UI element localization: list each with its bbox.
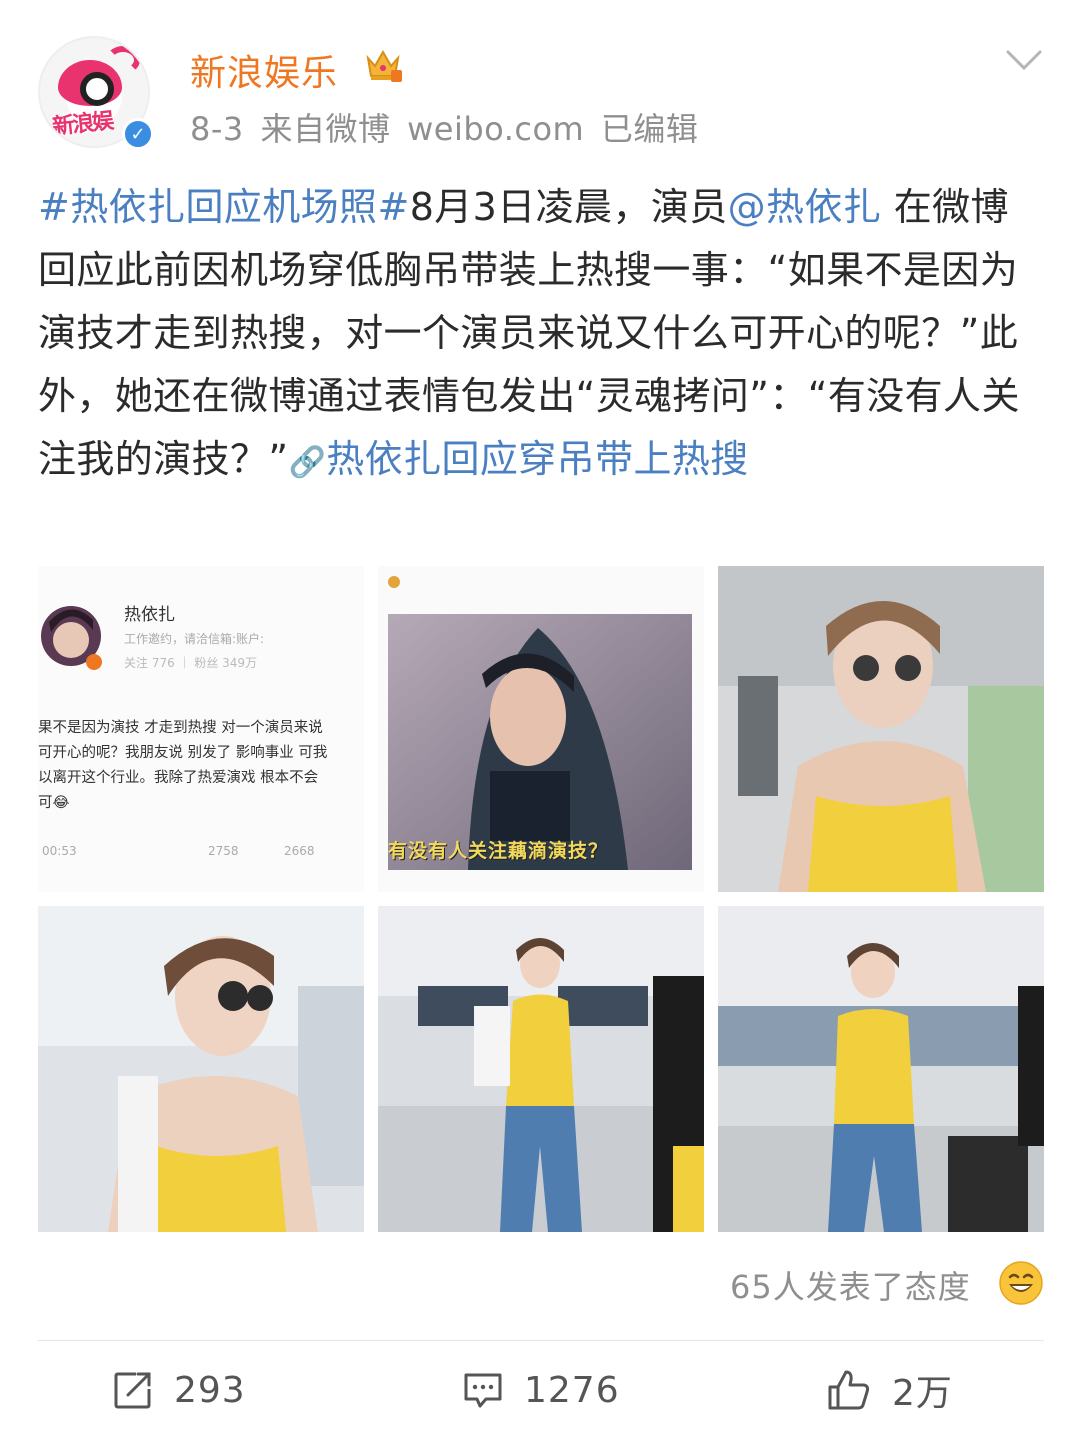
like-button[interactable]: 2万 [826,1360,953,1420]
comment-count: 1276 [524,1369,620,1411]
sprout-logo-icon [106,46,140,74]
like-icon [828,1370,870,1410]
crown-icon[interactable] [362,44,404,86]
article-link[interactable]: 热依扎回应穿吊带上热搜 [326,437,748,481]
repost-count: 293 [174,1369,246,1411]
reactions-summary[interactable]: 65人发表了态度 [730,1262,971,1308]
mention-link[interactable]: @热依扎 [728,185,882,229]
chevron-down-icon[interactable] [1004,46,1044,74]
airport-photo [718,566,1044,892]
screenshot-line: 可开心的呢？我朋友说 别发了 影响事业 可我 [38,745,328,761]
screenshot-time: 00:53 [42,844,77,858]
avatar-logo-text: 新浪娱 [51,108,114,141]
screenshot-intro: 工作邀约，请洽信箱:账户: [124,632,265,646]
repost-button[interactable]: 293 [112,1360,246,1420]
comment-icon [464,1373,502,1408]
image-tile-photo[interactable] [718,906,1044,1232]
post-meta: 8-3 来自微博 weibo.com 已编辑 [190,110,699,148]
post-body: #热依扎回应机场照#8月3日凌晨，演员@热依扎 在微博回应此前因机场穿低胸吊带装… [38,176,1038,494]
image-tile-photo[interactable] [718,566,1044,892]
like-count: 2万 [892,1373,953,1414]
screenshot-line: 以离开这个行业。我除了热爱演戏 根本不会 [38,770,319,786]
comment-button[interactable]: 1276 [462,1360,620,1420]
screenshot-line: 可😂 [38,795,70,811]
action-bar: 293 1276 2万 [0,1360,1080,1420]
repost-icon [114,1372,151,1409]
image-tile-screenshot[interactable]: 热依扎 工作邀约，请洽信箱:账户: 关注 776 ｜ 粉丝 349万 果不是因为… [38,566,364,892]
hashtag-link[interactable]: #热依扎回应机场照# [38,185,410,229]
screenshot-username: 热依扎 [124,605,175,625]
smile-icon[interactable] [998,1260,1044,1306]
verified-icon: ✓ [122,118,154,150]
screenshot-line: 果不是因为演技 才走到热搜 对一个演员来说 [38,720,323,736]
post-text-part1: 8月3日凌晨，演员 [409,185,728,229]
screenshot-reposts: 2758 [208,844,239,858]
airport-photo [718,906,1044,1232]
meme-caption: 有没有人关注藕滴演技？ [388,840,609,862]
link-icon[interactable]: 🔗 [289,445,327,480]
avatar[interactable]: 新浪娱 ✓ [38,36,154,152]
screenshot-avatar [41,606,102,670]
image-grid: 热依扎 工作邀约，请洽信箱:账户: 关注 776 ｜ 粉丝 349万 果不是因为… [38,566,1044,1232]
post-header: 新浪娱 ✓ 新浪娱乐 8-3 来自微博 weibo.com 已编辑 [38,36,1048,156]
image-tile-meme[interactable]: 有没有人关注藕滴演技？ [378,566,704,892]
image-tile-photo[interactable] [378,906,704,1232]
screenshot-comments: 2668 [284,844,315,858]
divider [38,1340,1044,1341]
screenshot-stats: 关注 776 ｜ 粉丝 349万 [124,656,258,670]
username[interactable]: 新浪娱乐 [190,44,338,96]
image-tile-photo[interactable] [38,906,364,1232]
airport-photo [38,906,364,1232]
airport-photo [378,906,704,1232]
